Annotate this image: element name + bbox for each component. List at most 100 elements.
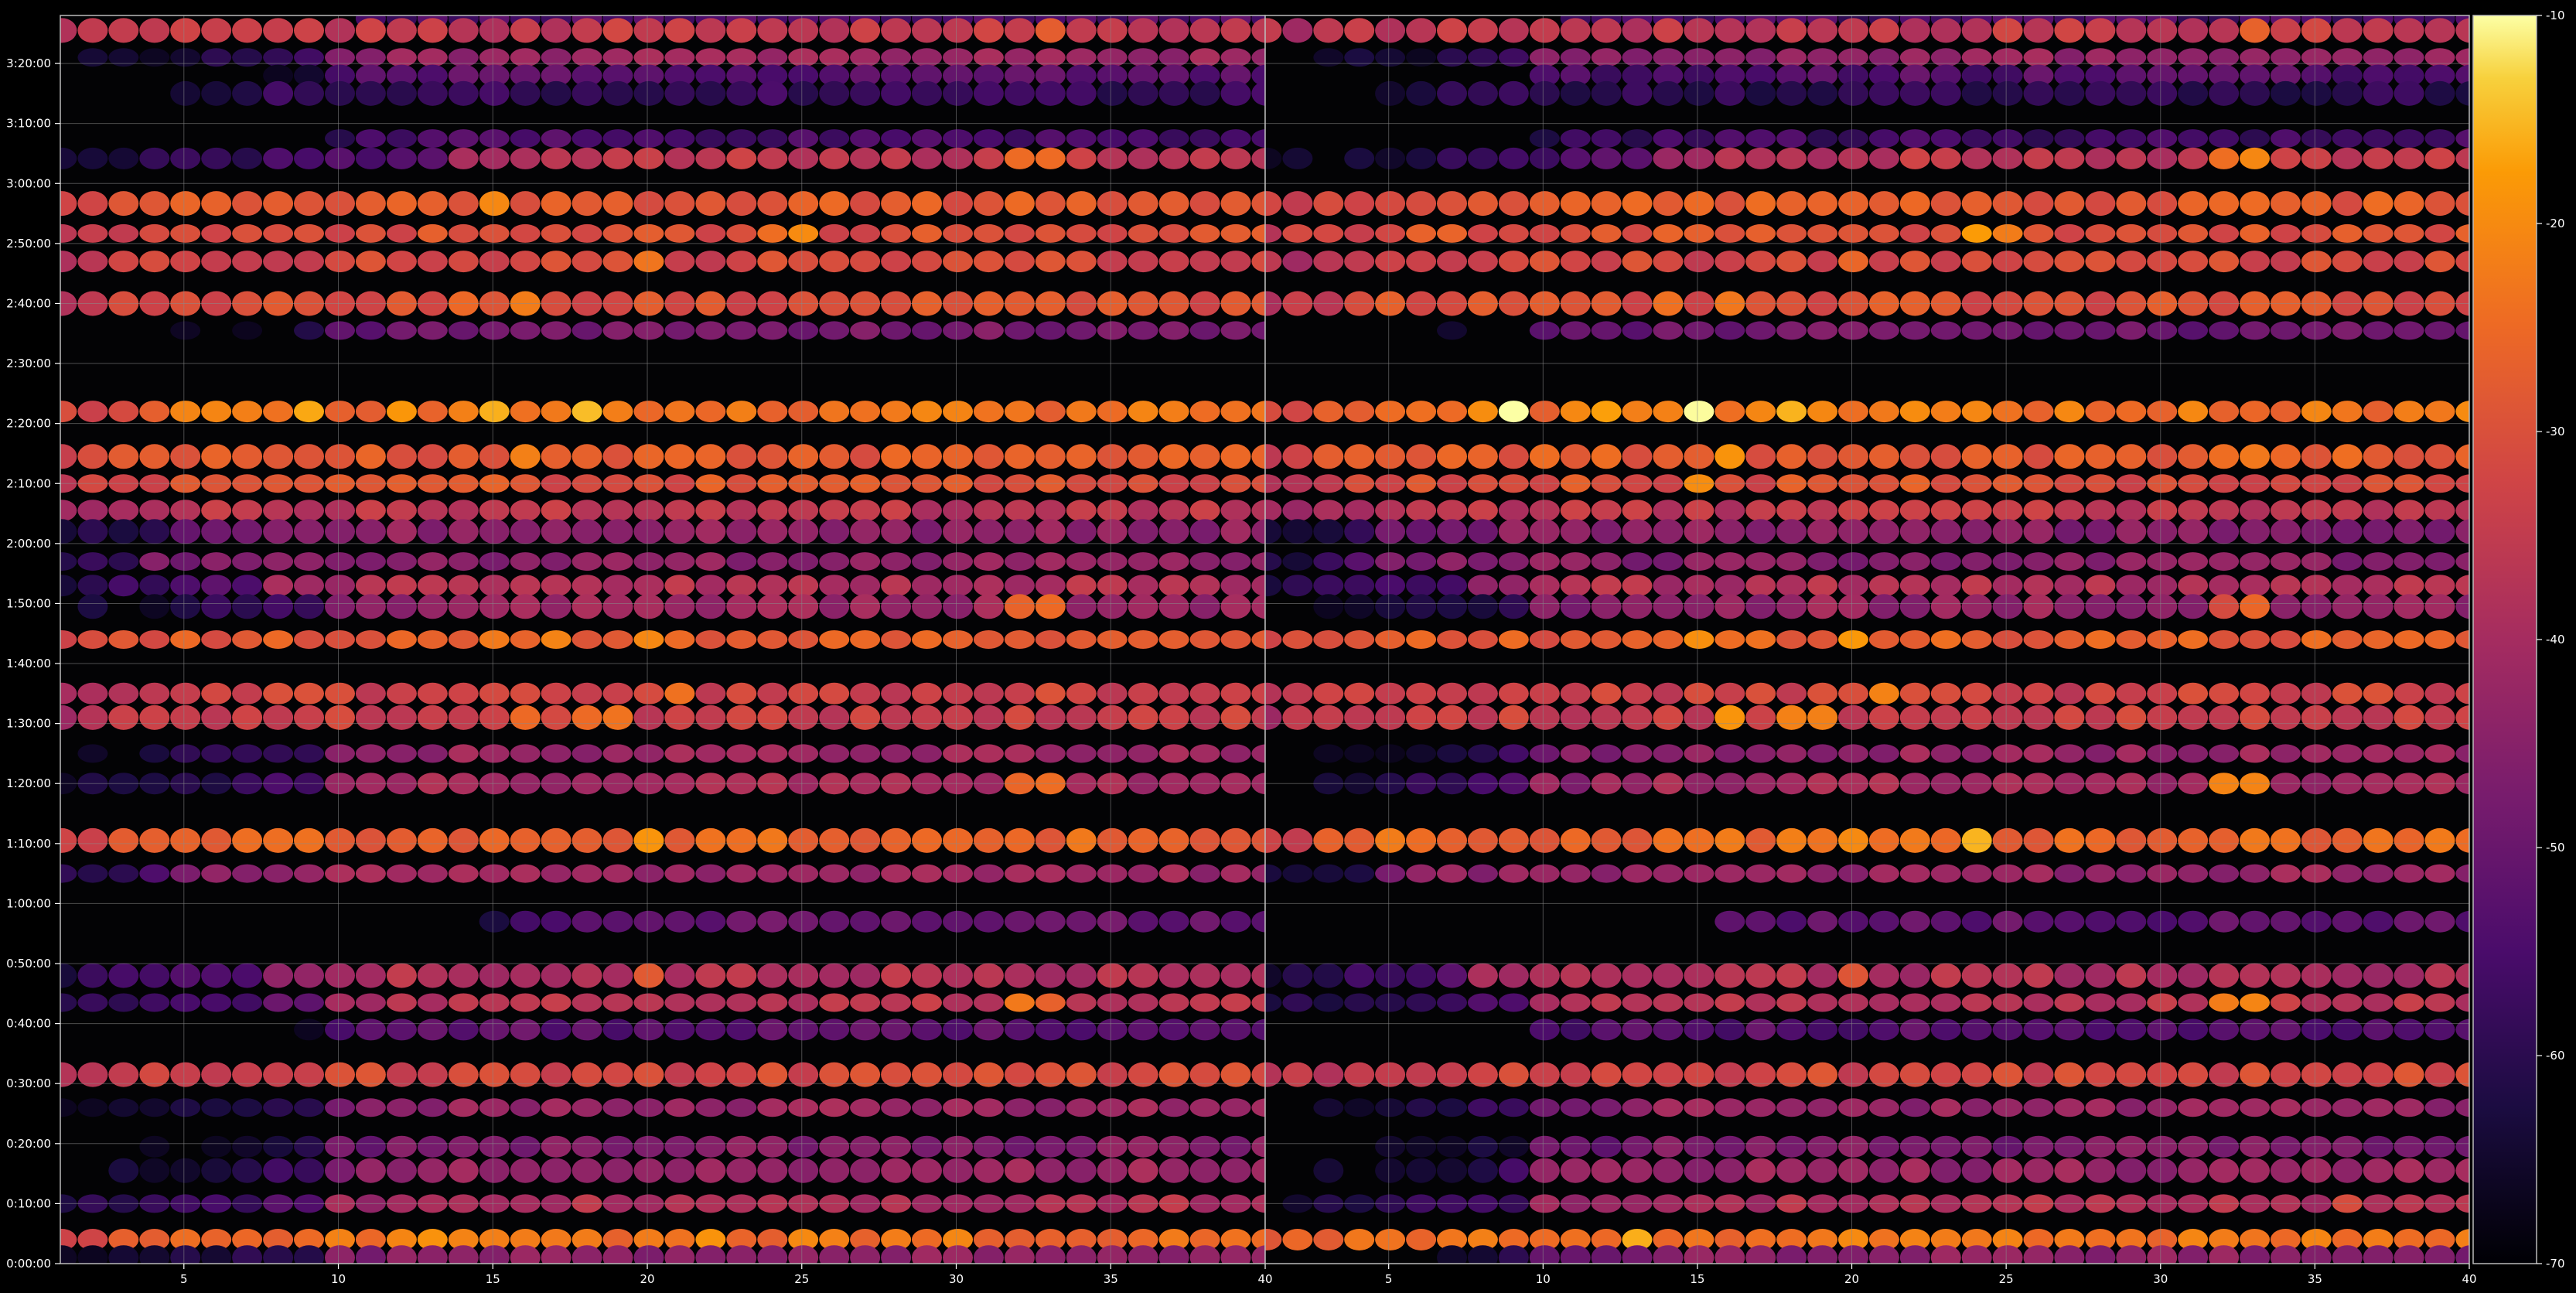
heat-cell (973, 594, 1004, 619)
heat-cell (1004, 910, 1035, 933)
heat-cell (1776, 519, 1807, 544)
heat-cell (695, 129, 726, 148)
heat-cell (1220, 223, 1251, 243)
heat-cell (695, 321, 726, 340)
heat-cell (448, 444, 479, 469)
heat-cell (726, 191, 757, 217)
heat-cell (788, 704, 819, 730)
heat-cell (1899, 704, 1930, 730)
heat-cell (2363, 910, 2393, 933)
heat-cell (1899, 401, 1930, 423)
heat-cell (386, 864, 417, 883)
heat-cell (943, 48, 973, 67)
heat-cell (788, 401, 819, 423)
heat-cell (1467, 18, 1498, 43)
heat-cell (726, 444, 757, 469)
heat-cell (1406, 500, 1437, 522)
heat-cell (633, 1135, 664, 1158)
heat-cell (2363, 18, 2393, 43)
heat-cell (757, 1158, 788, 1183)
heat-cell (448, 500, 479, 522)
heat-cell (1714, 48, 1745, 67)
heat-cell (355, 575, 386, 597)
heat-cell (1035, 1098, 1066, 1117)
heat-cell (2363, 519, 2393, 544)
heat-cell (571, 744, 602, 763)
heat-cell (232, 552, 263, 571)
heat-cell (1313, 630, 1344, 649)
heat-cell (819, 191, 850, 217)
heat-cell (2301, 704, 2332, 730)
heat-cell (2270, 251, 2301, 273)
heat-cell (2270, 500, 2301, 522)
heat-cell (1653, 48, 1684, 67)
heat-cell (448, 147, 479, 169)
heat-cell (602, 519, 633, 544)
heat-cell (1066, 1018, 1097, 1041)
heat-cell (1591, 827, 1622, 853)
heat-cell (1961, 575, 1992, 597)
heat-cell (2054, 744, 2085, 763)
heat-cell (201, 1135, 232, 1158)
heat-cell (1653, 704, 1684, 730)
heat-cell (695, 910, 726, 933)
heat-cell (2116, 1158, 2147, 1183)
heat-cell (1158, 191, 1189, 217)
heat-cell (1498, 682, 1529, 704)
heat-cell (325, 80, 355, 106)
heat-cell (232, 80, 263, 106)
heat-cell (2240, 1135, 2270, 1158)
heat-cell (1220, 1098, 1251, 1117)
heat-cell (1375, 575, 1406, 597)
heat-cell (1220, 444, 1251, 469)
heat-cell (1930, 704, 1961, 730)
heat-cell (355, 444, 386, 469)
heat-cell (448, 18, 479, 43)
heat-cell (1004, 1158, 1035, 1183)
heat-cell (1930, 552, 1961, 571)
heat-cell (201, 401, 232, 423)
heat-cell (1868, 827, 1899, 853)
heat-cell (2363, 129, 2393, 148)
heat-cell (1128, 1135, 1158, 1158)
heat-cell (201, 223, 232, 243)
heat-cell (1961, 993, 1992, 1012)
heat-cell (2270, 1135, 2301, 1158)
heat-cell (1128, 18, 1158, 43)
heat-cell (1437, 251, 1467, 273)
heat-cell (2023, 1135, 2054, 1158)
heat-cell (1560, 630, 1591, 649)
heat-cell (1313, 401, 1344, 423)
heat-cell (1128, 963, 1158, 988)
heat-cell (1128, 401, 1158, 423)
heat-cell (1158, 1135, 1189, 1158)
heat-cell (1375, 48, 1406, 67)
heat-cell (819, 682, 850, 704)
heat-cell (943, 704, 973, 730)
heat-cell (1498, 251, 1529, 273)
heat-cell (757, 963, 788, 988)
heat-cell (1004, 552, 1035, 571)
heat-cell (325, 1158, 355, 1183)
heat-cell (479, 48, 510, 67)
heat-cell (263, 827, 294, 853)
heat-cell (1560, 1018, 1591, 1041)
heat-cell (1498, 519, 1529, 544)
heat-cell (2332, 704, 2363, 730)
heat-cell (1344, 963, 1375, 988)
heat-cell (1899, 251, 1930, 273)
heat-cell (1684, 704, 1714, 730)
heat-cell (1776, 500, 1807, 522)
heat-cell (1066, 251, 1097, 273)
heat-cell (850, 321, 881, 340)
heat-cell (139, 500, 170, 522)
heat-cell (448, 401, 479, 423)
heat-cell (602, 594, 633, 619)
heat-cell (1714, 444, 1745, 469)
heat-cell (2301, 682, 2332, 704)
heat-cell (2270, 963, 2301, 988)
heat-cell (1529, 80, 1560, 106)
heat-cell (108, 444, 139, 469)
heat-cell (1807, 191, 1838, 217)
heat-cell (232, 147, 263, 169)
